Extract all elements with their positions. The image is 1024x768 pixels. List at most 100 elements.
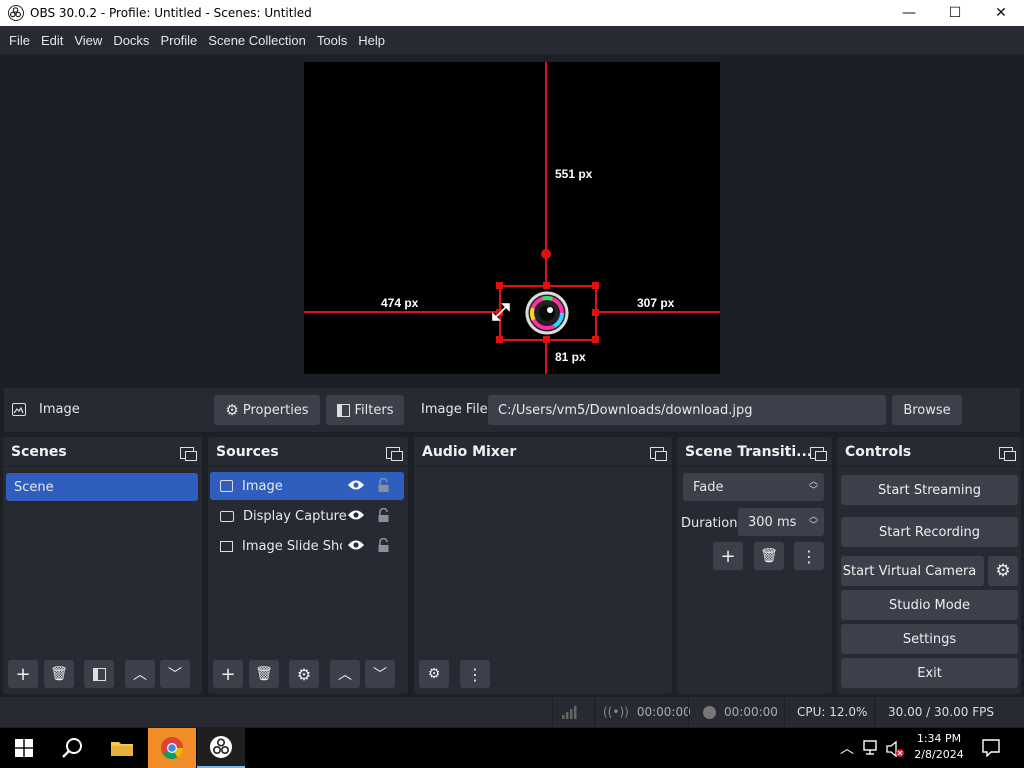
gear-icon: ⚙: [995, 561, 1011, 581]
remove-scene-button[interactable]: 🗑: [44, 660, 74, 688]
gear-icon: ⚙: [296, 664, 312, 684]
eye-icon[interactable]: [347, 479, 365, 491]
duration-spinbox[interactable]: 300 ms ︿ ﹀: [738, 508, 824, 536]
notification-icon[interactable]: [982, 739, 1000, 757]
chrome-button[interactable]: [148, 728, 196, 768]
move-source-down-button[interactable]: ﹀: [365, 660, 395, 688]
menu-profile[interactable]: Profile: [155, 33, 202, 48]
guide-label-top: 551 px: [555, 167, 593, 181]
undock-icon[interactable]: [180, 445, 197, 461]
maximize-button[interactable]: ☐: [932, 0, 978, 26]
exit-button[interactable]: Exit: [841, 658, 1018, 688]
menu-docks[interactable]: Docks: [108, 33, 154, 48]
image-file-path-field[interactable]: C:/Users/vm5/Downloads/download.jpg: [488, 395, 886, 425]
remove-source-button[interactable]: 🗑: [249, 660, 279, 688]
undock-icon[interactable]: [650, 445, 667, 461]
camera-image: [525, 291, 569, 335]
start-virtual-camera-button[interactable]: Start Virtual Camera: [841, 556, 984, 586]
obs-logo-icon: [210, 736, 232, 758]
clock-time: 1:34 PM: [916, 732, 962, 745]
scenes-dock-title: Scenes: [3, 437, 202, 467]
eye-icon[interactable]: [347, 509, 365, 521]
source-item-image-slide-show[interactable]: Image Slide Show: [210, 532, 342, 560]
chevron-up-icon[interactable]: ︿: [840, 738, 854, 758]
start-button[interactable]: [0, 728, 48, 768]
status-bar: ((•)) 00:00:00 00:00:00 CPU: 12.0% 30.00…: [0, 697, 1024, 727]
cpu-usage: CPU: 12.0%: [797, 705, 868, 719]
scene-filters-button[interactable]: [84, 660, 114, 688]
move-scene-up-button[interactable]: ︿: [125, 660, 155, 688]
eye-icon[interactable]: [347, 539, 365, 551]
browse-button[interactable]: Browse: [892, 395, 962, 425]
menu-edit[interactable]: Edit: [36, 33, 68, 48]
network-icon[interactable]: [863, 740, 881, 756]
menu-bar: File Edit View Docks Profile Scene Colle…: [0, 26, 1024, 54]
record-icon: [703, 705, 716, 719]
remove-transition-button[interactable]: 🗑: [754, 542, 784, 570]
obs-taskbar-button[interactable]: [197, 728, 245, 768]
audio-mixer-settings-button[interactable]: ⚙: [419, 660, 449, 688]
fps-readout: 30.00 / 30.00 FPS: [888, 705, 994, 719]
undock-icon[interactable]: [999, 445, 1016, 461]
scene-item[interactable]: Scene: [6, 473, 198, 501]
transition-menu-button[interactable]: ⋮: [794, 542, 824, 570]
audio-mixer-menu-button[interactable]: ⋮: [460, 660, 490, 688]
search-button[interactable]: [48, 728, 96, 768]
guide-label-right: 307 px: [637, 296, 675, 310]
window-title: OBS 30.0.2 - Profile: Untitled - Scenes:…: [30, 6, 312, 20]
duration-label: Duration: [681, 516, 738, 531]
updown-arrows-icon[interactable]: ︿ ﹀: [809, 513, 818, 531]
source-properties-button[interactable]: ⚙: [289, 660, 319, 688]
lock-icon[interactable]: [377, 508, 390, 523]
minimize-button[interactable]: —: [886, 0, 932, 26]
system-clock[interactable]: 1:34 PM 2/8/2024: [908, 731, 970, 763]
start-streaming-button[interactable]: Start Streaming: [841, 475, 1018, 505]
studio-mode-button[interactable]: Studio Mode: [841, 590, 1018, 620]
filters-button[interactable]: Filters: [326, 395, 404, 425]
file-explorer-button[interactable]: [98, 728, 146, 768]
chevron-down-icon: ﹀: [373, 667, 387, 683]
preview-canvas[interactable]: 551 px 474 px 307 px 81 px: [304, 62, 720, 374]
lock-icon[interactable]: [377, 538, 390, 553]
undock-icon[interactable]: [810, 445, 827, 461]
lock-icon[interactable]: [377, 478, 390, 493]
stream-time: 00:00:00: [636, 705, 691, 719]
add-scene-button[interactable]: +: [8, 660, 38, 688]
settings-button[interactable]: Settings: [841, 624, 1018, 654]
source-item-image[interactable]: Image: [210, 472, 404, 500]
vertical-dots-icon: ⋮: [467, 664, 483, 684]
monitor-icon: [220, 510, 234, 522]
maximize-icon: ☐: [948, 5, 962, 21]
gear-icon: ⚙: [225, 401, 239, 419]
virtual-camera-settings-button[interactable]: ⚙: [988, 556, 1018, 586]
menu-tools[interactable]: Tools: [312, 33, 352, 48]
network-signal-icon: [552, 697, 594, 727]
plus-icon: +: [220, 663, 236, 685]
start-recording-button[interactable]: Start Recording: [841, 517, 1018, 547]
folder-icon: [111, 742, 133, 756]
menu-help[interactable]: Help: [353, 33, 390, 48]
image-icon: [12, 403, 26, 416]
add-transition-button[interactable]: +: [713, 542, 743, 570]
menu-scene-collection[interactable]: Scene Collection: [203, 33, 311, 48]
streaming-icon: ((•)): [603, 705, 629, 719]
menu-view[interactable]: View: [69, 33, 107, 48]
windows-logo-icon: [15, 739, 33, 757]
menu-file[interactable]: File: [4, 33, 35, 48]
undock-icon[interactable]: [386, 445, 403, 461]
guide-label-bottom: 81 px: [555, 350, 586, 364]
taskbar: ︿ 1:34 PM 2/8/2024: [0, 728, 1024, 768]
close-icon: ✕: [995, 5, 1007, 21]
move-source-up-button[interactable]: ︿: [330, 660, 360, 688]
source-item-display-capture[interactable]: Display Capture: [210, 502, 404, 530]
add-source-button[interactable]: +: [213, 660, 243, 688]
properties-button[interactable]: ⚙ Properties: [214, 395, 320, 425]
close-button[interactable]: ✕: [978, 0, 1024, 26]
transition-select[interactable]: Fade ︿ ﹀: [683, 473, 824, 501]
speaker-muted-icon[interactable]: [885, 740, 905, 758]
move-scene-down-button[interactable]: ﹀: [160, 660, 190, 688]
clock-date: 2/8/2024: [914, 748, 964, 761]
image-icon: [220, 480, 233, 492]
selected-source-name: Image: [39, 402, 80, 417]
filter-icon: [92, 667, 106, 681]
